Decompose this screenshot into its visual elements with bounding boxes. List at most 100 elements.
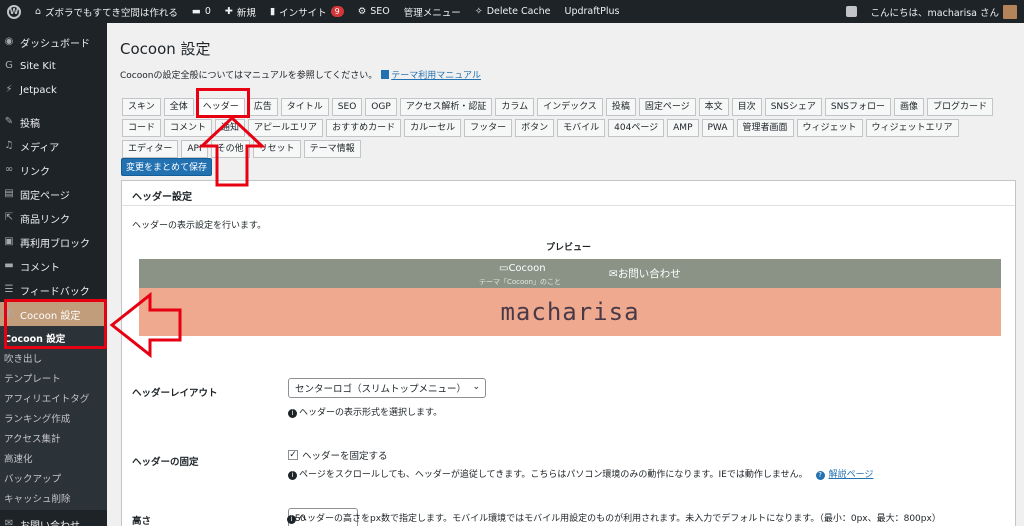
tab-tabs_row3-3[interactable]: リセット xyxy=(252,140,301,158)
layout-label: ヘッダーレイアウト xyxy=(132,388,218,399)
tab-tabs_row2-11[interactable]: PWA xyxy=(701,119,734,137)
fixed-header-checkbox[interactable]: ✓ ヘッダーを固定する xyxy=(288,448,388,462)
submenu-item[interactable]: バックアップ xyxy=(0,468,107,488)
tab-tabs_row2-9[interactable]: 404ページ xyxy=(608,119,665,137)
header-layout-select[interactable]: センターロゴ（スリムトップメニュー） ⌄ xyxy=(288,378,486,398)
sitekit-icon: G xyxy=(5,60,13,71)
tab-tabs_row1-9[interactable]: インデックス xyxy=(537,98,603,116)
tab-tabs_row1-1[interactable]: 全体 xyxy=(163,98,194,116)
tab-tabs_row2-7[interactable]: ボタン xyxy=(515,119,555,137)
site-name-link[interactable]: ⌂ ズボラでもすてき空間は作れる xyxy=(28,0,185,23)
media-icon: ♫ xyxy=(4,140,14,151)
sidebar-item-comment[interactable]: ▬ コメント xyxy=(0,254,107,278)
help-page-link[interactable]: 解説ページ xyxy=(829,470,874,480)
tab-tabs_row2-13[interactable]: ウィジェット xyxy=(796,119,863,137)
tab-tabs_row1-0[interactable]: スキン xyxy=(122,98,161,116)
sidebar-item-jetpack[interactable]: ⚡ Jetpack xyxy=(0,78,107,102)
insights-link[interactable]: ▮ インサイト 9 xyxy=(263,0,351,23)
info-icon: i xyxy=(288,409,297,418)
height-help-text: ヘッダーの高さをpx数で指定します。モバイル環境ではモバイル用設定のものが利用さ… xyxy=(298,514,941,524)
comment-icon: ▬ xyxy=(4,260,14,271)
tab-tabs_row1-3[interactable]: 広告 xyxy=(247,98,278,116)
sidebar-item-pin[interactable]: ✎ 投稿 xyxy=(0,110,107,134)
notification-button[interactable] xyxy=(839,0,864,23)
product-link-icon: ⇱ xyxy=(4,212,14,223)
tab-tabs_row1-8[interactable]: カラム xyxy=(495,98,535,116)
tab-tabs_row1-6[interactable]: OGP xyxy=(365,98,397,116)
submenu-item[interactable]: Cocoon 設定 xyxy=(0,328,107,348)
sidebar-item-sitekit[interactable]: G Site Kit xyxy=(0,54,107,78)
admin-menu-link[interactable]: 管理メニュー xyxy=(397,0,468,23)
tab-tabs_row2-8[interactable]: モバイル xyxy=(557,119,606,137)
sidebar-item-label: お問い合わせ xyxy=(20,520,80,526)
tab-tabs_row1-5[interactable]: SEO xyxy=(331,98,363,116)
submenu-item[interactable]: テンプレート xyxy=(0,368,107,388)
sidebar-item-media[interactable]: ♫ メディア xyxy=(0,134,107,158)
updraft-label: UpdraftPlus xyxy=(564,6,620,17)
manual-link[interactable]: テーマ利用マニュアル xyxy=(391,71,481,81)
tab-tabs_row2-6[interactable]: フッター xyxy=(464,119,513,137)
tab-tabs_row2-14[interactable]: ウィジェットエリア xyxy=(865,119,959,137)
submenu-item[interactable]: 吹き出し xyxy=(0,348,107,368)
delete-cache-link[interactable]: ✧ Delete Cache xyxy=(468,0,558,23)
tab-tabs_row1-11[interactable]: 固定ページ xyxy=(638,98,696,116)
question-icon: ? xyxy=(815,471,825,480)
tab-tabs_row1-2[interactable]: ヘッダー xyxy=(196,98,245,116)
new-content-link[interactable]: ✚ 新規 xyxy=(218,0,263,23)
submenu-item[interactable]: キャッシュ削除 xyxy=(0,488,107,508)
sidebar-item-label: Jetpack xyxy=(20,84,57,96)
tab-tabs_row1-10[interactable]: 投稿 xyxy=(605,98,636,116)
sidebar-item-link[interactable]: ∞ リンク xyxy=(0,158,107,182)
comment-bubble-icon: ▬ xyxy=(191,6,201,17)
tab-tabs_row3-1[interactable]: API xyxy=(181,140,208,158)
seo-link[interactable]: ⚙ SEO xyxy=(351,0,397,23)
sidebar-item-product-link[interactable]: ⇱ 商品リンク xyxy=(0,206,107,230)
settings-tabs: スキン 全体 ヘッダー 広告 タイトル SEO OGP アクセス解析・認証 カラム インデックス投… xyxy=(122,98,1022,161)
jetpack-icon: ⚡ xyxy=(5,84,13,95)
checkbox-checked-icon[interactable]: ✓ xyxy=(288,450,298,460)
tab-tabs_row3-4[interactable]: テーマ情報 xyxy=(303,140,361,158)
tab-tabs_row2-1[interactable]: コメント xyxy=(164,119,213,137)
tab-tabs_row1-17[interactable]: ブログカード xyxy=(927,98,994,116)
sidebar-item-dashboard[interactable]: ◉ ダッシュボード xyxy=(0,30,107,54)
wordpress-logo-button[interactable]: W xyxy=(0,0,28,23)
tab-tabs_row1-13[interactable]: 目次 xyxy=(731,98,762,116)
admin-bar: W ⌂ ズボラでもすてき空間は作れる ▬ 0 ✚ 新規 ▮ インサイト 9 ⚙ SEO 管理… xyxy=(0,0,1024,23)
tab-tabs_row3-2[interactable]: その他 xyxy=(210,140,250,158)
submenu-item[interactable]: アクセス集計 xyxy=(0,428,107,448)
sidebar-item-block[interactable]: ▣ 再利用ブロック xyxy=(0,230,107,254)
tab-tabs_row1-16[interactable]: 画像 xyxy=(894,98,925,116)
tab-tabs_row1-12[interactable]: 本文 xyxy=(698,98,729,116)
envelope-icon: ✉ xyxy=(609,268,618,280)
submenu-item[interactable]: 高速化 xyxy=(0,448,107,468)
preview-top-bar: ▭Cocoon テーマ「Cocoon」のこと ✉お問い合わせ xyxy=(139,259,1001,288)
sidebar-item-contact[interactable]: ✉ お問い合わせ xyxy=(0,512,107,526)
tab-tabs_row1-15[interactable]: SNSフォロー xyxy=(824,98,892,116)
tab-tabs_row1-4[interactable]: タイトル xyxy=(280,98,329,116)
submenu-item[interactable]: ランキング作成 xyxy=(0,408,107,428)
updraftplus-link[interactable]: UpdraftPlus xyxy=(558,0,627,23)
sidebar-item-cocoon[interactable]: ◐ Cocoon 設定 xyxy=(0,302,107,326)
fixed-checkbox-label: ヘッダーを固定する xyxy=(302,451,388,462)
tab-tabs_row2-3[interactable]: アピールエリア xyxy=(248,119,324,137)
account-menu[interactable]: こんにちは、macharisa さん xyxy=(864,0,1024,23)
tab-tabs_row2-12[interactable]: 管理者画面 xyxy=(736,119,794,137)
sidebar-item-feedback[interactable]: ☰ フィードバック xyxy=(0,278,107,302)
tab-tabs_row1-7[interactable]: アクセス解析・認証 xyxy=(399,98,493,116)
tab-tabs_row2-4[interactable]: おすすめカード xyxy=(326,119,402,137)
tab-tabs_row2-2[interactable]: 通知 xyxy=(215,119,246,137)
tab-tabs_row2-0[interactable]: コード xyxy=(122,119,162,137)
sidebar-item-page[interactable]: ▤ 固定ページ xyxy=(0,182,107,206)
tab-tabs_row1-14[interactable]: SNSシェア xyxy=(764,98,822,116)
page-title: Cocoon 設定 xyxy=(120,40,211,58)
page-icon: ▤ xyxy=(4,188,14,199)
tab-tabs_row2-10[interactable]: AMP xyxy=(667,119,699,137)
submenu-item[interactable]: アフィリエイトタグ xyxy=(0,388,107,408)
tab-tabs_row3-0[interactable]: エディター xyxy=(122,140,179,158)
fixed-help-text: ページをスクロールしても、ヘッダーが追従してきます。こちらはパソコン環境のみの動… xyxy=(299,470,808,480)
cache-icon: ✧ xyxy=(474,6,483,17)
comments-link[interactable]: ▬ 0 xyxy=(185,0,218,23)
layout-help: i ヘッダーの表示形式を選択します。 xyxy=(288,405,442,418)
tab-tabs_row2-5[interactable]: カルーセル xyxy=(404,119,462,137)
save-all-button[interactable]: 変更をまとめて保存 xyxy=(121,158,213,176)
